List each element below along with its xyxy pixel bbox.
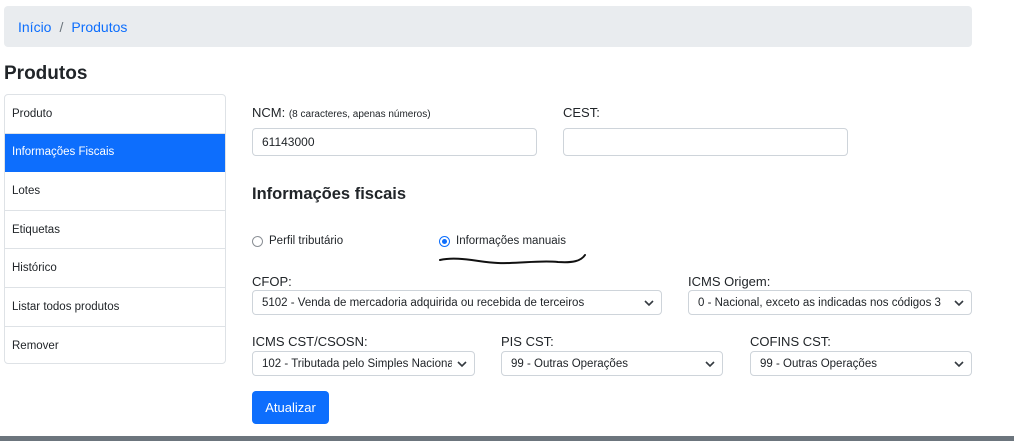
icms-cst-select[interactable]: 102 - Tributada pelo Simples Nacional: [252, 351, 475, 376]
breadcrumb-separator: /: [59, 18, 64, 35]
chevron-down-icon: [954, 361, 964, 368]
pis-cst-label: PIS CST:: [501, 334, 554, 349]
sidebar-menu: Produto Informações Fiscais Lotes Etique…: [4, 94, 226, 364]
cest-label: CEST:: [563, 105, 600, 120]
ncm-input[interactable]: [252, 128, 537, 156]
cofins-cst-select[interactable]: 99 - Outras Operações: [750, 351, 972, 376]
ncm-label: NCM: (8 caracteres, apenas números): [252, 105, 431, 120]
radio-informacoes-manuais-label: Informações manuais: [456, 235, 566, 247]
ncm-hint: (8 caracteres, apenas números): [288, 109, 431, 120]
chevron-down-icon: [644, 300, 654, 307]
section-title-informacoes-fiscais: Informações fiscais: [252, 185, 407, 203]
chevron-down-icon: [457, 361, 467, 368]
breadcrumb-current-link[interactable]: Produtos: [71, 19, 127, 35]
sidebar-item-historico[interactable]: Histórico: [5, 249, 225, 288]
bottom-border-divider: [0, 436, 1014, 441]
pis-cst-select[interactable]: 99 - Outras Operações: [501, 351, 723, 376]
cofins-cst-select-value: 99 - Outras Operações: [760, 357, 877, 370]
cfop-select-value: 5102 - Venda de mercadoria adquirida ou …: [262, 296, 585, 309]
cfop-label: CFOP:: [252, 274, 292, 289]
radio-perfil-tributario-label: Perfil tributário: [269, 235, 344, 247]
icms-cst-select-value: 102 - Tributada pelo Simples Nacional: [262, 357, 452, 370]
breadcrumb: Início / Produtos: [4, 6, 972, 47]
ncm-label-text: NCM:: [252, 105, 286, 120]
icms-cst-label: ICMS CST/CSOSN:: [252, 334, 368, 349]
icms-origem-select-value: 0 - Nacional, exceto as indicadas nos có…: [698, 296, 941, 309]
icms-origem-select[interactable]: 0 - Nacional, exceto as indicadas nos có…: [688, 290, 972, 315]
handwritten-underline-scribble: [439, 254, 586, 265]
sidebar-item-etiquetas[interactable]: Etiquetas: [5, 211, 225, 250]
radio-informacoes-manuais-indicator[interactable]: [439, 235, 450, 247]
radio-perfil-tributario-indicator[interactable]: [252, 235, 263, 247]
cfop-select[interactable]: 5102 - Venda de mercadoria adquirida ou …: [252, 290, 662, 315]
cest-input[interactable]: [563, 128, 848, 156]
sidebar-item-remover[interactable]: Remover: [5, 327, 225, 363]
sidebar-item-listar-todos[interactable]: Listar todos produtos: [5, 288, 225, 327]
page-title: Produtos: [4, 63, 88, 84]
sidebar-item-informacoes-fiscais[interactable]: Informações Fiscais: [5, 133, 225, 173]
cofins-cst-label: COFINS CST:: [750, 334, 831, 349]
radio-perfil-tributario[interactable]: Perfil tributário: [252, 235, 343, 247]
icms-origem-label: ICMS Origem:: [688, 274, 771, 289]
breadcrumb-home-link[interactable]: Início: [18, 19, 51, 35]
radio-informacoes-manuais[interactable]: Informações manuais: [439, 235, 566, 247]
atualizar-button[interactable]: Atualizar: [252, 391, 329, 424]
chevron-down-icon: [705, 361, 715, 368]
chevron-down-icon: [954, 300, 964, 307]
sidebar-item-produto[interactable]: Produto: [5, 95, 225, 134]
sidebar-item-lotes[interactable]: Lotes: [5, 172, 225, 211]
pis-cst-select-value: 99 - Outras Operações: [511, 357, 628, 370]
